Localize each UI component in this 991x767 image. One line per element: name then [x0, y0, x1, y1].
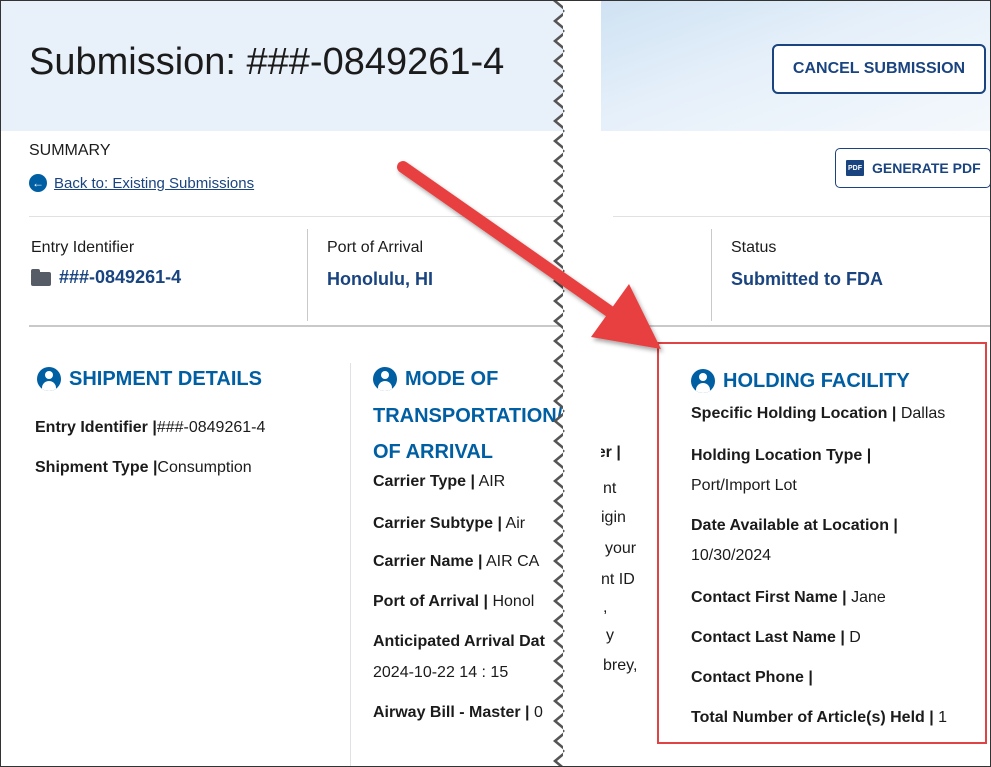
page-frame: Submission: ###-0849261-4 CANCEL SUBMISS…: [0, 0, 991, 767]
annotation-arrow: [397, 161, 661, 349]
